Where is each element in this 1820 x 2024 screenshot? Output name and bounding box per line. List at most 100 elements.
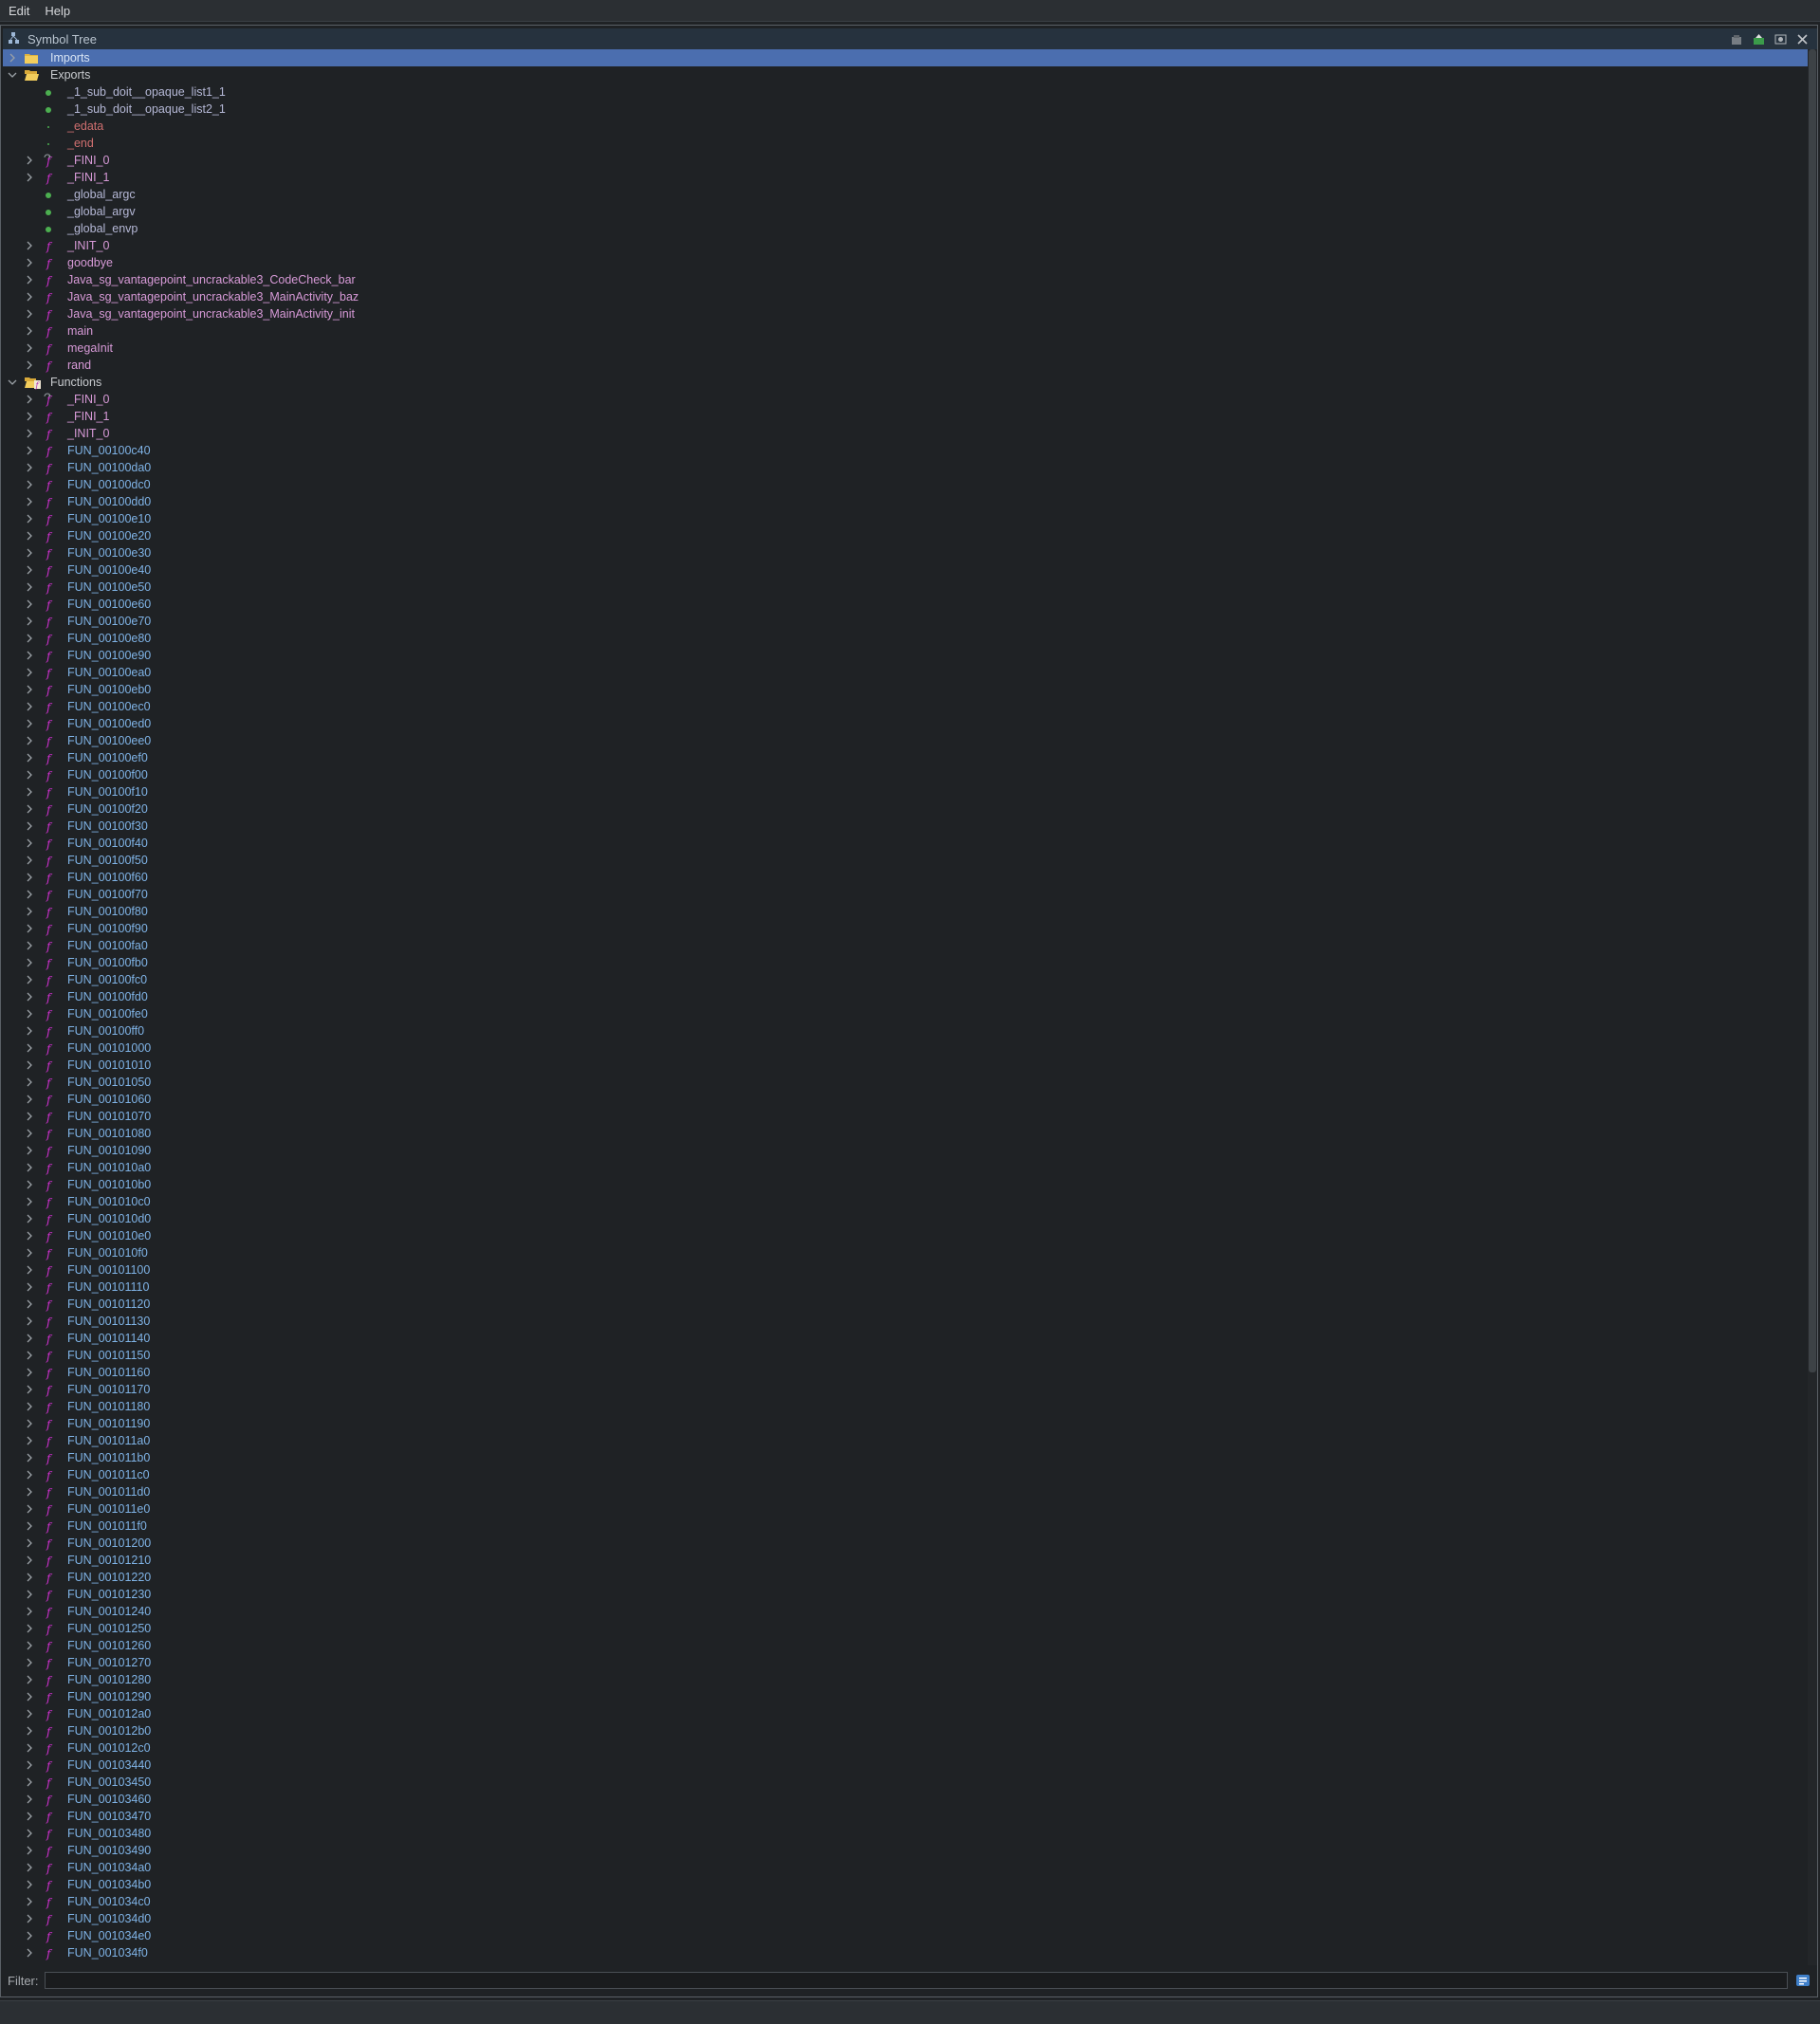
chevron-right-icon[interactable] [25,702,34,711]
menu-help[interactable]: Help [37,4,78,18]
tree-item[interactable]: f main [3,322,1808,340]
tree-item[interactable]: f FUN_00100e20 [3,527,1808,544]
chevron-right-icon[interactable] [25,1470,34,1480]
chevron-right-icon[interactable] [25,1624,34,1633]
chevron-right-icon[interactable] [25,1658,34,1667]
tree-item[interactable]: f FUN_00100ed0 [3,715,1808,732]
tree-item[interactable]: f FUN_001034e0 [3,1927,1808,1944]
chevron-right-icon[interactable] [25,514,34,524]
chevron-right-icon[interactable] [25,1282,34,1292]
chevron-right-icon[interactable] [25,1760,34,1770]
chevron-right-icon[interactable] [25,1607,34,1616]
tree-item[interactable]: f FUN_00101060 [3,1091,1808,1108]
filter-options-icon[interactable] [1795,1973,1811,1988]
chevron-right-icon[interactable] [25,429,34,438]
chevron-right-icon[interactable] [25,1555,34,1565]
menu-edit[interactable]: Edit [0,4,37,18]
tree-item[interactable]: f FUN_00100f90 [3,920,1808,937]
create-namespace-icon[interactable] [1730,32,1744,46]
tree-item[interactable]: f _INIT_0 [3,425,1808,442]
chevron-right-icon[interactable] [25,770,34,780]
symbol-tree[interactable]: Imports Exports _1_sub_doit__opaque_list1_… [3,49,1808,1965]
chevron-right-icon[interactable] [25,1590,34,1599]
tree-item[interactable]: f FUN_001011c0 [3,1466,1808,1483]
chevron-right-icon[interactable] [25,753,34,763]
tree-item[interactable]: _edata [3,118,1808,135]
tree-item[interactable]: f FUN_00100e50 [3,579,1808,596]
chevron-right-icon[interactable] [8,53,17,63]
tree-category[interactable]: f Functions [3,374,1808,391]
chevron-right-icon[interactable] [25,599,34,609]
tree-item[interactable]: _1_sub_doit__opaque_list2_1 [3,101,1808,118]
tree-item[interactable]: f FUN_00101230 [3,1586,1808,1603]
tree-item[interactable]: _1_sub_doit__opaque_list1_1 [3,83,1808,101]
tree-item[interactable]: f FUN_00100f60 [3,869,1808,886]
chevron-right-icon[interactable] [25,1419,34,1428]
snapshot-icon[interactable] [1774,32,1788,46]
tree-item[interactable]: f FUN_00101070 [3,1108,1808,1125]
chevron-right-icon[interactable] [25,1829,34,1838]
chevron-right-icon[interactable] [25,292,34,302]
chevron-right-icon[interactable] [25,360,34,370]
tree-item[interactable]: f FUN_00100f80 [3,903,1808,920]
chevron-right-icon[interactable] [25,309,34,319]
chevron-right-icon[interactable] [25,787,34,797]
chevron-right-icon[interactable] [25,651,34,660]
chevron-right-icon[interactable] [25,1060,34,1070]
tree-item[interactable]: f FUN_001011d0 [3,1483,1808,1500]
tree-item[interactable]: f FUN_00101250 [3,1620,1808,1637]
tree-item[interactable]: f FUN_00103480 [3,1825,1808,1842]
tree-category[interactable]: Imports [3,49,1808,66]
chevron-right-icon[interactable] [25,1863,34,1872]
chevron-right-icon[interactable] [25,1692,34,1702]
chevron-right-icon[interactable] [25,821,34,831]
tree-category[interactable]: Exports [3,66,1808,83]
tree-item[interactable]: f _FINI_0 [3,152,1808,169]
tree-item[interactable]: f FUN_00100fe0 [3,1005,1808,1022]
chevron-right-icon[interactable] [25,241,34,250]
chevron-right-icon[interactable] [25,1163,34,1172]
tree-item[interactable]: f FUN_001011e0 [3,1500,1808,1518]
tree-item[interactable]: f FUN_00100e80 [3,630,1808,647]
tree-item[interactable]: _end [3,135,1808,152]
tree-item[interactable]: _global_argv [3,203,1808,220]
tree-item[interactable]: f FUN_001034d0 [3,1910,1808,1927]
chevron-right-icon[interactable] [25,1641,34,1650]
tree-item[interactable]: f FUN_00103450 [3,1774,1808,1791]
tree-item[interactable]: f FUN_00101280 [3,1671,1808,1688]
tree-item[interactable]: f FUN_00103490 [3,1842,1808,1859]
chevron-right-icon[interactable] [25,548,34,558]
tree-item[interactable]: f FUN_001010c0 [3,1193,1808,1210]
tree-item[interactable]: f FUN_00101240 [3,1603,1808,1620]
chevron-right-icon[interactable] [25,1231,34,1241]
chevron-right-icon[interactable] [25,1112,34,1121]
chevron-right-icon[interactable] [25,1931,34,1941]
tree-item[interactable]: f FUN_00101210 [3,1552,1808,1569]
chevron-right-icon[interactable] [25,1026,34,1036]
tree-item[interactable]: f FUN_00100eb0 [3,681,1808,698]
tree-item[interactable]: f FUN_00101000 [3,1040,1808,1057]
tree-item[interactable]: f _FINI_1 [3,408,1808,425]
chevron-right-icon[interactable] [25,958,34,967]
chevron-right-icon[interactable] [25,736,34,745]
chevron-right-icon[interactable] [25,1095,34,1104]
tree-item[interactable]: f FUN_001034a0 [3,1859,1808,1876]
tree-item[interactable]: f FUN_001010e0 [3,1227,1808,1244]
chevron-right-icon[interactable] [25,1812,34,1821]
chevron-right-icon[interactable] [25,258,34,267]
tree-item[interactable]: f FUN_00100f30 [3,818,1808,835]
vertical-scrollbar[interactable] [1808,49,1817,1965]
tree-item[interactable]: f FUN_00103470 [3,1808,1808,1825]
chevron-right-icon[interactable] [25,1880,34,1889]
chevron-right-icon[interactable] [25,1402,34,1411]
chevron-right-icon[interactable] [25,668,34,677]
chevron-right-icon[interactable] [25,1197,34,1206]
tree-item[interactable]: f FUN_00100f50 [3,852,1808,869]
tree-item[interactable]: f FUN_00101010 [3,1057,1808,1074]
chevron-right-icon[interactable] [25,446,34,455]
tree-item[interactable]: f FUN_001012a0 [3,1705,1808,1722]
tree-item[interactable]: f FUN_00101260 [3,1637,1808,1654]
tree-item[interactable]: f _FINI_1 [3,169,1808,186]
tree-item[interactable]: f FUN_00100e30 [3,544,1808,561]
tree-item[interactable]: _global_argc [3,186,1808,203]
